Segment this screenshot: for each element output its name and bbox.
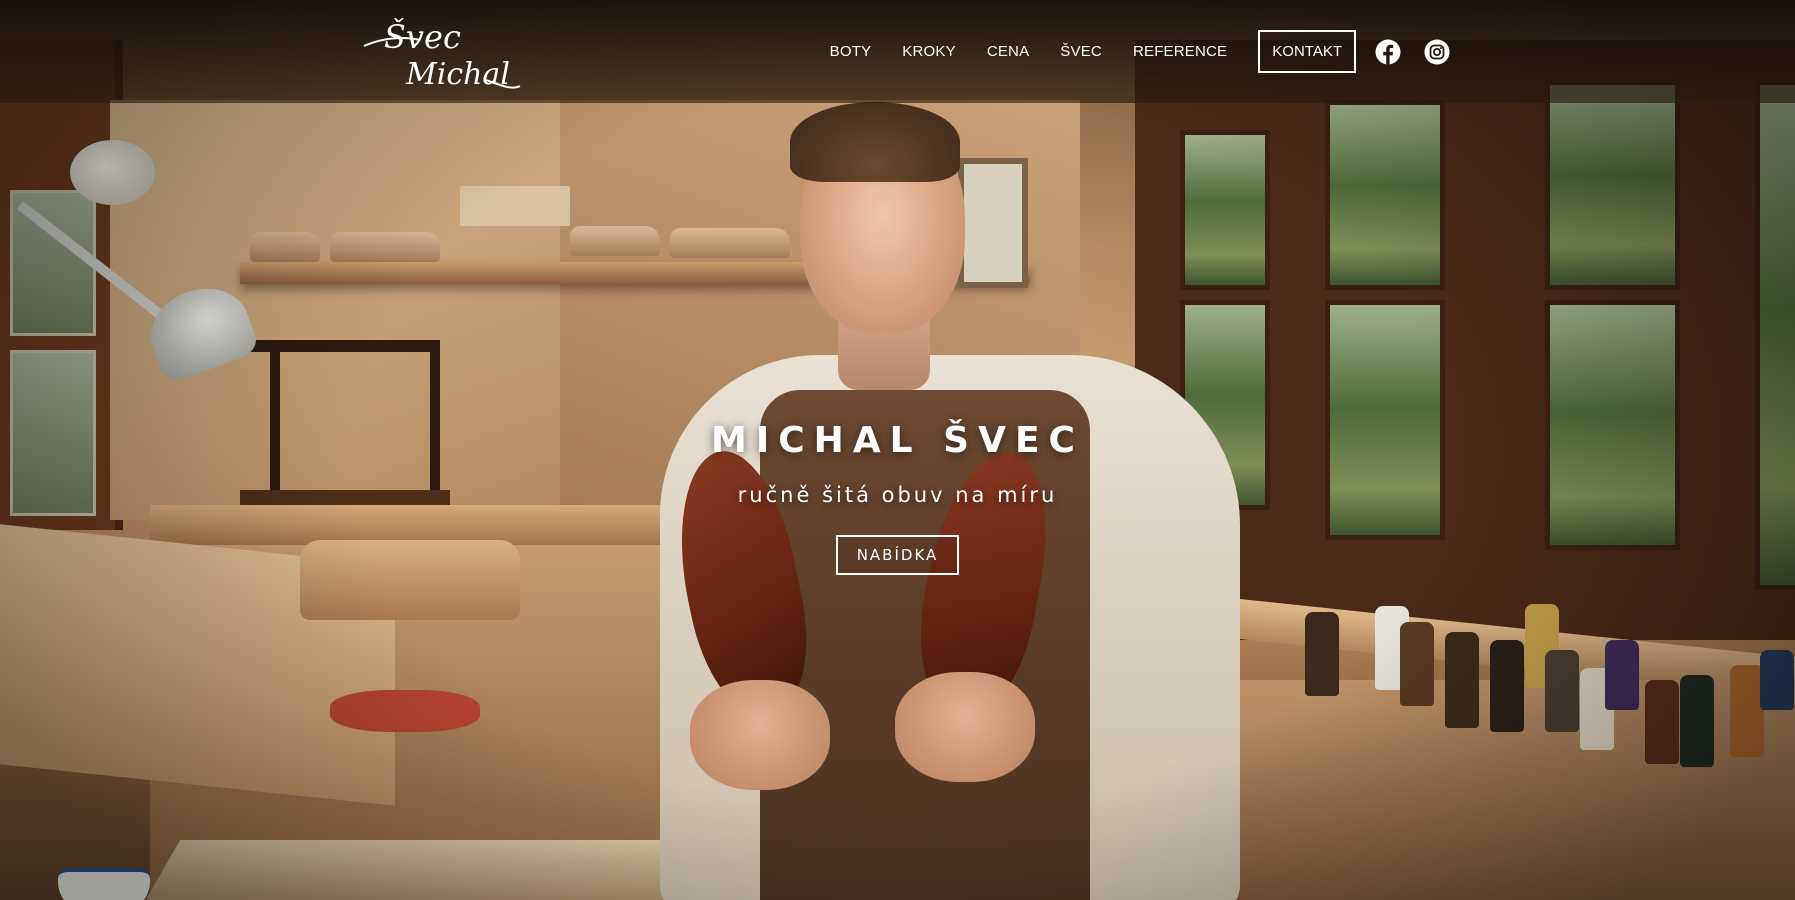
nav-item-reference[interactable]: REFERENCE xyxy=(1133,43,1227,60)
nav-item-kroky[interactable]: KROKY xyxy=(902,43,956,60)
site-header: Švec Michal BOTY KROKY CENA ŠVEC REFEREN… xyxy=(0,0,1795,103)
logo-line1: Švec xyxy=(384,18,461,56)
instagram-icon[interactable] xyxy=(1424,39,1450,65)
nav-item-boty[interactable]: BOTY xyxy=(830,43,872,60)
logo-line2: Michal xyxy=(405,57,510,92)
hero-subtitle: ručně šitá obuv na míru xyxy=(737,483,1058,507)
contact-button[interactable]: KONTAKT xyxy=(1258,30,1356,73)
facebook-icon[interactable] xyxy=(1375,39,1401,65)
logo-script: Švec Michal xyxy=(363,18,521,92)
site-logo[interactable]: Švec Michal xyxy=(362,12,522,92)
hero-section: MICHAL ŠVEC ručně šitá obuv na míru NABÍ… xyxy=(0,420,1795,575)
hero-title: MICHAL ŠVEC xyxy=(711,420,1084,461)
offer-button[interactable]: NABÍDKA xyxy=(835,535,960,575)
nav-item-svec[interactable]: ŠVEC xyxy=(1060,43,1102,60)
page: Švec Michal BOTY KROKY CENA ŠVEC REFEREN… xyxy=(0,0,1795,900)
facebook-icon-graphic xyxy=(1375,39,1401,65)
nav-item-cena[interactable]: CENA xyxy=(987,43,1029,60)
instagram-icon-graphic xyxy=(1424,39,1450,64)
main-nav: BOTY KROKY CENA ŠVEC REFERENCE KONTAKT xyxy=(830,0,1795,103)
